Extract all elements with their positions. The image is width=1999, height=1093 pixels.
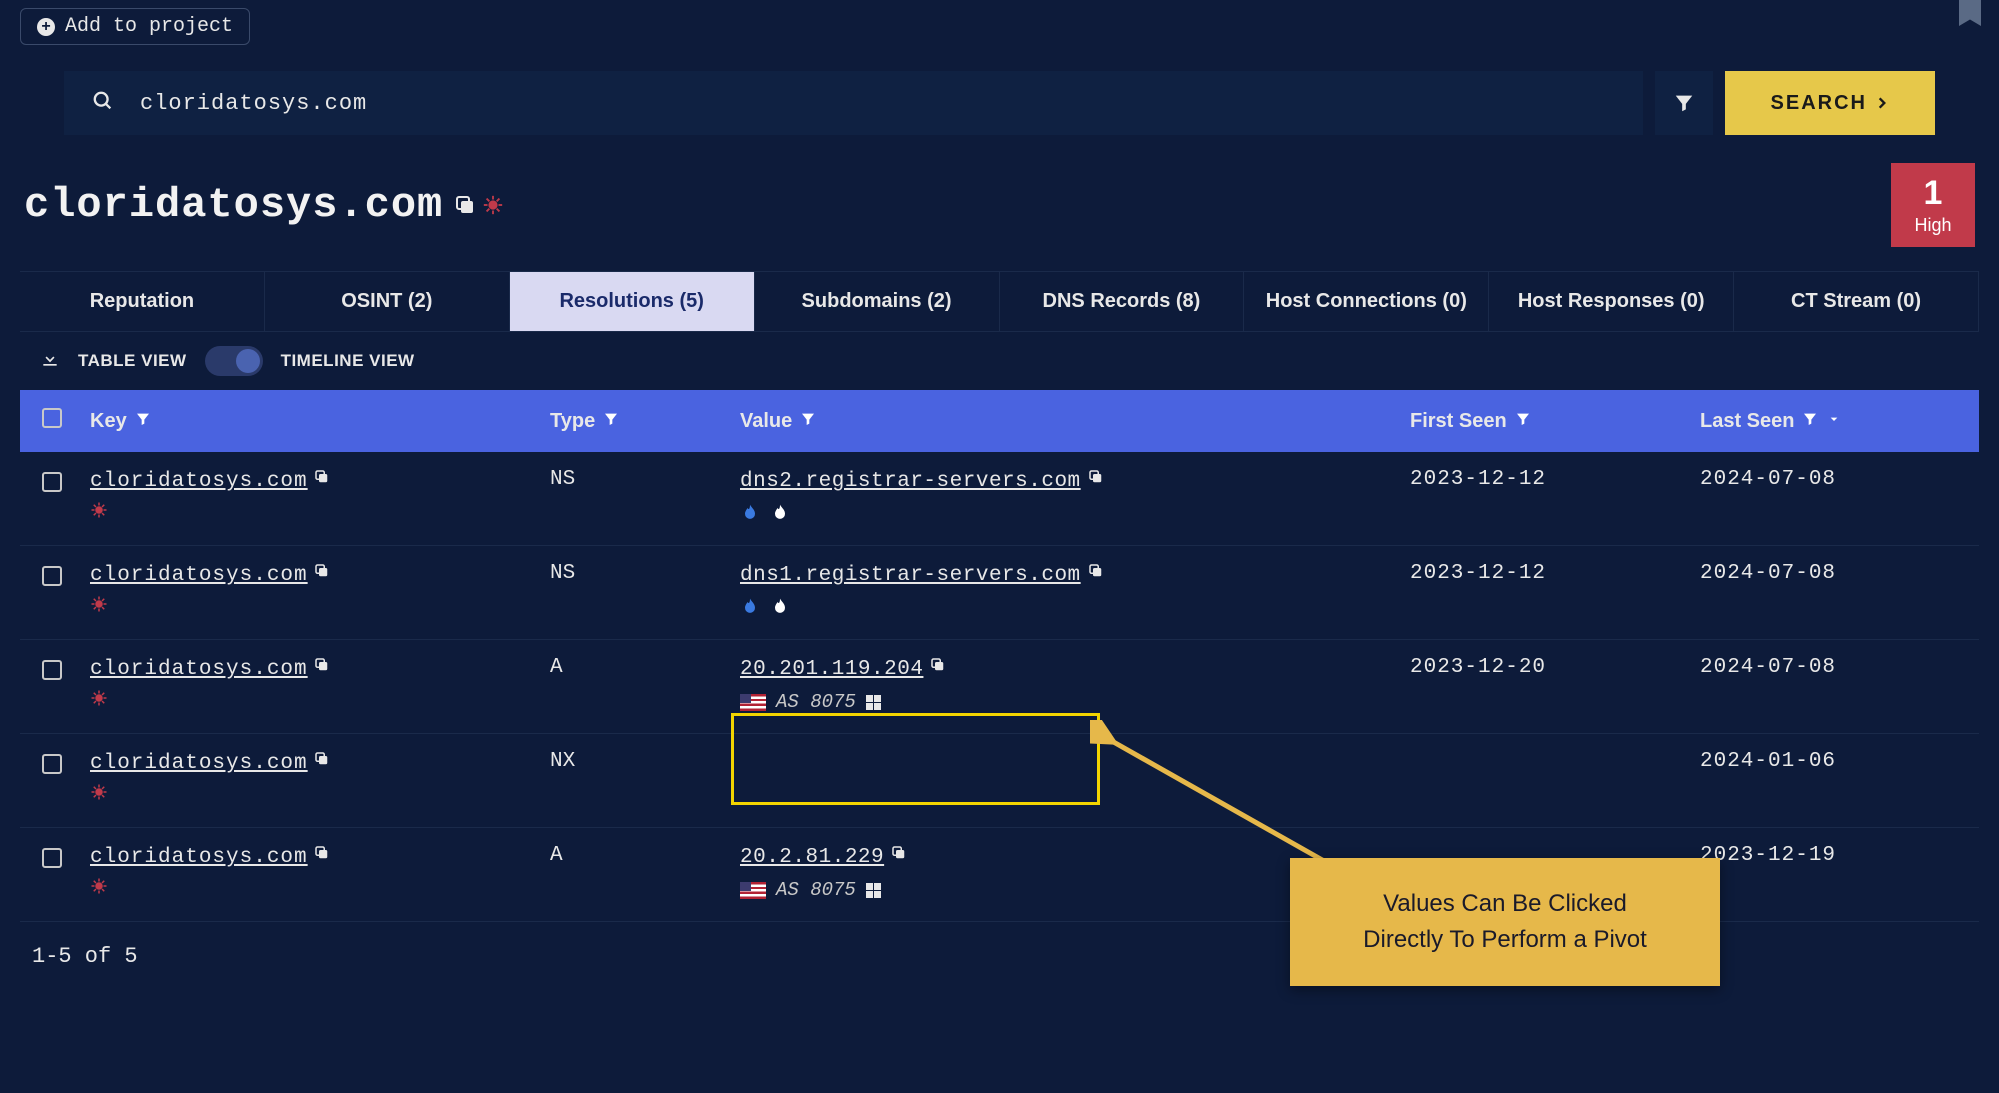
row-checkbox[interactable] <box>42 754 62 774</box>
filter-button[interactable] <box>1655 71 1713 135</box>
copy-icon[interactable] <box>313 656 331 674</box>
copy-icon[interactable] <box>313 468 331 486</box>
search-box[interactable] <box>64 71 1643 135</box>
tab-reputation[interactable]: Reputation <box>20 272 265 331</box>
last-seen-cell: 2024-01-06 <box>1700 750 1980 773</box>
threat-icon <box>90 689 108 713</box>
type-cell: A <box>550 656 740 679</box>
copy-icon[interactable] <box>890 844 908 862</box>
us-flag-icon <box>740 694 766 711</box>
us-flag-icon <box>740 882 766 899</box>
download-icon[interactable] <box>40 349 60 374</box>
tab-host-responses-0-[interactable]: Host Responses (0) <box>1489 272 1734 331</box>
last-seen-cell: 2023-12-19 <box>1700 844 1980 867</box>
first-seen-cell: 2023-12-12 <box>1410 562 1700 585</box>
row-checkbox[interactable] <box>42 660 62 680</box>
tab-subdomains-2-[interactable]: Subdomains (2) <box>755 272 1000 331</box>
first-seen-cell: 2023-12-20 <box>1410 656 1700 679</box>
key-link[interactable]: cloridatosys.com <box>90 658 308 681</box>
last-seen-cell: 2024-07-08 <box>1700 656 1980 679</box>
view-toggle[interactable] <box>205 346 263 376</box>
threat-icon <box>90 595 108 619</box>
type-cell: NS <box>550 468 740 491</box>
copy-icon[interactable] <box>929 656 947 674</box>
col-first-seen[interactable]: First Seen <box>1410 410 1700 433</box>
page-title: cloridatosys.com <box>24 181 477 229</box>
flame-blue-icon <box>740 503 760 523</box>
copy-icon[interactable] <box>1087 468 1105 486</box>
col-value[interactable]: Value <box>740 410 1410 433</box>
tab-ct-stream-0-[interactable]: CT Stream (0) <box>1734 272 1979 331</box>
plus-icon: + <box>37 18 55 36</box>
windows-icon <box>866 695 881 710</box>
last-seen-cell: 2024-07-08 <box>1700 468 1980 491</box>
windows-icon <box>866 883 881 898</box>
search-icon <box>92 90 114 117</box>
add-to-project-label: Add to project <box>65 15 233 38</box>
key-link[interactable]: cloridatosys.com <box>90 846 308 869</box>
last-seen-cell: 2024-07-08 <box>1700 562 1980 585</box>
key-link[interactable]: cloridatosys.com <box>90 564 308 587</box>
copy-icon[interactable] <box>1087 562 1105 580</box>
flame-white-icon <box>770 597 790 617</box>
table-row: cloridatosys.com NX 2024-01-06 <box>20 734 1979 828</box>
risk-score: 1 <box>1924 174 1943 213</box>
tab-resolutions-5-[interactable]: Resolutions (5) <box>510 272 755 331</box>
tab-dns-records-8-[interactable]: DNS Records (8) <box>1000 272 1245 331</box>
flame-blue-icon <box>740 597 760 617</box>
value-link[interactable]: dns1.registrar-servers.com <box>740 564 1081 587</box>
col-last-seen[interactable]: Last Seen <box>1700 410 1980 433</box>
table-row: cloridatosys.com NSdns1.registrar-server… <box>20 546 1979 640</box>
copy-icon[interactable] <box>313 562 331 580</box>
row-checkbox[interactable] <box>42 566 62 586</box>
flame-white-icon <box>770 503 790 523</box>
value-link[interactable]: dns2.registrar-servers.com <box>740 470 1081 493</box>
add-to-project-button[interactable]: + Add to project <box>20 8 250 45</box>
search-button[interactable]: SEARCH <box>1725 71 1935 135</box>
col-key[interactable]: Key <box>90 410 550 433</box>
value-link[interactable]: 20.201.119.204 <box>740 658 923 681</box>
key-link[interactable]: cloridatosys.com <box>90 752 308 775</box>
threat-icon <box>90 501 108 525</box>
type-cell: NX <box>550 750 740 773</box>
risk-level: High <box>1914 215 1951 236</box>
tab-osint-2-[interactable]: OSINT (2) <box>265 272 510 331</box>
sort-desc-icon <box>1826 410 1842 433</box>
type-cell: NS <box>550 562 740 585</box>
search-input[interactable] <box>140 91 1615 116</box>
first-seen-cell: 2023-12-12 <box>1410 468 1700 491</box>
copy-icon[interactable] <box>453 193 477 217</box>
table-header: Key Type Value First Seen Last Seen <box>20 390 1979 452</box>
col-type[interactable]: Type <box>550 410 740 433</box>
threat-icon <box>90 783 108 807</box>
copy-icon[interactable] <box>313 750 331 768</box>
annotation-callout: Values Can Be Clicked Directly To Perfor… <box>1290 858 1720 986</box>
row-checkbox[interactable] <box>42 848 62 868</box>
table-view-label: TABLE VIEW <box>78 351 187 371</box>
risk-badge[interactable]: 1 High <box>1891 163 1975 247</box>
value-link[interactable]: 20.2.81.229 <box>740 846 884 869</box>
copy-icon[interactable] <box>313 844 331 862</box>
type-cell: A <box>550 844 740 867</box>
table-row: cloridatosys.com NSdns2.registrar-server… <box>20 452 1979 546</box>
select-all-checkbox[interactable] <box>42 408 62 428</box>
row-checkbox[interactable] <box>42 472 62 492</box>
threat-icon <box>482 194 504 221</box>
tab-host-connections-0-[interactable]: Host Connections (0) <box>1244 272 1489 331</box>
timeline-view-label: TIMELINE VIEW <box>281 351 415 371</box>
key-link[interactable]: cloridatosys.com <box>90 470 308 493</box>
search-button-label: SEARCH <box>1771 92 1867 115</box>
table-row: cloridatosys.com A20.201.119.204 AS 8075… <box>20 640 1979 734</box>
threat-icon <box>90 877 108 901</box>
